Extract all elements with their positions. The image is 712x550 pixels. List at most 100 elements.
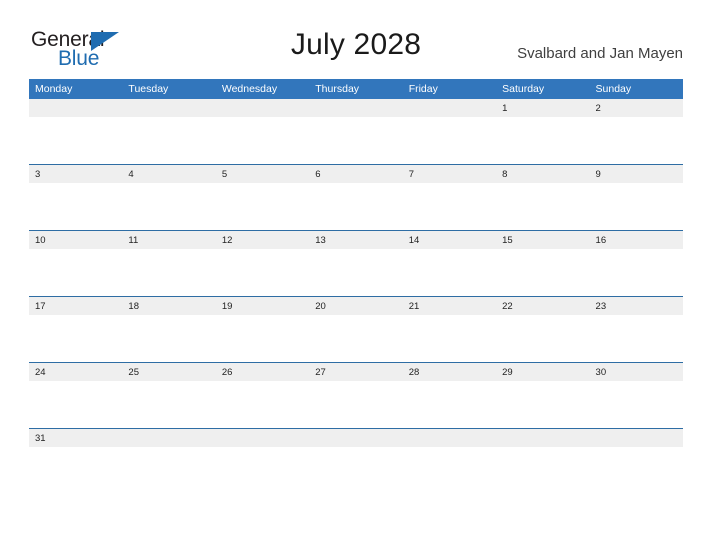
calendar-day-cell[interactable]: 6 [309,164,403,231]
region-label: Svalbard and Jan Mayen [517,45,683,62]
day-event-area[interactable] [496,447,590,494]
calendar-day-cell[interactable] [215,428,310,494]
day-event-area[interactable] [402,447,497,494]
day-number: 15 [496,231,590,249]
day-event-area[interactable] [402,315,497,362]
calendar-day-cell[interactable]: 29 [496,362,590,429]
day-event-area[interactable] [29,315,123,362]
day-event-area[interactable] [402,381,497,428]
calendar-day-cell[interactable]: 12 [215,230,310,297]
calendar-day-cell[interactable] [402,428,497,494]
calendar-day-cell[interactable]: 14 [402,230,497,297]
day-event-area[interactable] [496,117,590,164]
calendar-day-cell[interactable]: 27 [309,362,403,429]
day-number-empty [122,429,216,447]
day-number-empty [215,429,310,447]
calendar-day-cell[interactable] [122,428,216,494]
calendar-day-cell[interactable]: 25 [122,362,216,429]
calendar-day-cell[interactable]: 30 [589,362,683,429]
calendar-day-cell[interactable] [496,428,590,494]
calendar-day-cell[interactable]: 21 [402,296,497,363]
calendar-day-cell[interactable]: 19 [215,296,310,363]
calendar-page: General Blue July 2028 Svalbard and Jan … [0,0,712,550]
day-event-area[interactable] [215,183,310,230]
calendar-day-cell[interactable]: 9 [589,164,683,231]
calendar-day-cell[interactable]: 24 [29,362,123,429]
day-event-area[interactable] [215,117,310,164]
day-box [496,429,590,494]
day-event-area[interactable] [589,117,683,164]
day-event-area[interactable] [402,183,497,230]
day-event-area[interactable] [309,381,403,428]
day-box: 23 [589,297,683,362]
day-event-area[interactable] [122,249,216,296]
calendar-day-cell[interactable]: 23 [589,296,683,363]
day-event-area[interactable] [589,249,683,296]
calendar-day-cell[interactable]: 16 [589,230,683,297]
calendar-day-cell[interactable]: 13 [309,230,403,297]
day-event-area[interactable] [215,249,310,296]
day-event-area[interactable] [122,183,216,230]
calendar-day-cell[interactable]: 7 [402,164,497,231]
calendar-day-cell[interactable] [309,99,403,165]
calendar-day-cell[interactable] [215,99,310,165]
day-box [402,429,497,494]
calendar-day-cell[interactable]: 2 [589,99,683,165]
day-event-area[interactable] [29,249,123,296]
day-event-area[interactable] [309,249,403,296]
calendar-day-cell[interactable]: 11 [122,230,216,297]
day-event-area[interactable] [309,315,403,362]
day-event-area[interactable] [309,117,403,164]
calendar-body: 1 2 3 4 5 6 7 8 9 10 11 12 13 14 15 16 17 18 19 20 21 22 23 24 2… [29,99,683,494]
day-event-area[interactable] [29,447,123,494]
calendar-day-cell[interactable] [402,99,497,165]
calendar-day-cell[interactable]: 4 [122,164,216,231]
day-event-area[interactable] [309,447,403,494]
day-event-area[interactable] [589,381,683,428]
calendar-day-cell[interactable]: 5 [215,164,310,231]
calendar-day-cell[interactable]: 18 [122,296,216,363]
calendar-day-cell[interactable]: 8 [496,164,590,231]
calendar-day-cell[interactable]: 26 [215,362,310,429]
calendar-day-cell[interactable]: 31 [29,428,123,494]
calendar-day-cell[interactable] [309,428,403,494]
day-event-area[interactable] [589,183,683,230]
day-event-area[interactable] [122,117,216,164]
day-event-area[interactable] [496,183,590,230]
day-event-area[interactable] [122,315,216,362]
day-event-area[interactable] [496,315,590,362]
day-event-area[interactable] [215,447,310,494]
weekday-header-saturday: Saturday [496,79,590,99]
day-event-area[interactable] [29,381,123,428]
day-event-area[interactable] [402,117,497,164]
calendar-day-cell[interactable]: 15 [496,230,590,297]
day-number: 22 [496,297,590,315]
day-event-area[interactable] [496,249,590,296]
calendar-day-cell[interactable]: 28 [402,362,497,429]
calendar-day-cell[interactable]: 3 [29,164,123,231]
day-event-area[interactable] [122,381,216,428]
calendar-day-cell[interactable]: 10 [29,230,123,297]
day-box: 31 [29,429,123,494]
day-event-area[interactable] [122,447,216,494]
day-number: 13 [309,231,403,249]
day-box [215,429,310,494]
day-event-area[interactable] [215,315,310,362]
calendar-day-cell[interactable]: 17 [29,296,123,363]
day-event-area[interactable] [309,183,403,230]
calendar-day-cell[interactable] [122,99,216,165]
calendar-day-cell[interactable]: 1 [496,99,590,165]
day-event-area[interactable] [496,381,590,428]
calendar-day-cell[interactable] [29,99,123,165]
calendar-day-cell[interactable]: 20 [309,296,403,363]
day-event-area[interactable] [589,315,683,362]
day-event-area[interactable] [215,381,310,428]
day-event-area[interactable] [29,117,123,164]
day-event-area[interactable] [402,249,497,296]
day-event-area[interactable] [29,183,123,230]
calendar-day-cell[interactable] [589,428,683,494]
day-box: 1 [496,99,590,164]
day-box [309,99,403,164]
calendar-day-cell[interactable]: 22 [496,296,590,363]
day-event-area[interactable] [589,447,683,494]
